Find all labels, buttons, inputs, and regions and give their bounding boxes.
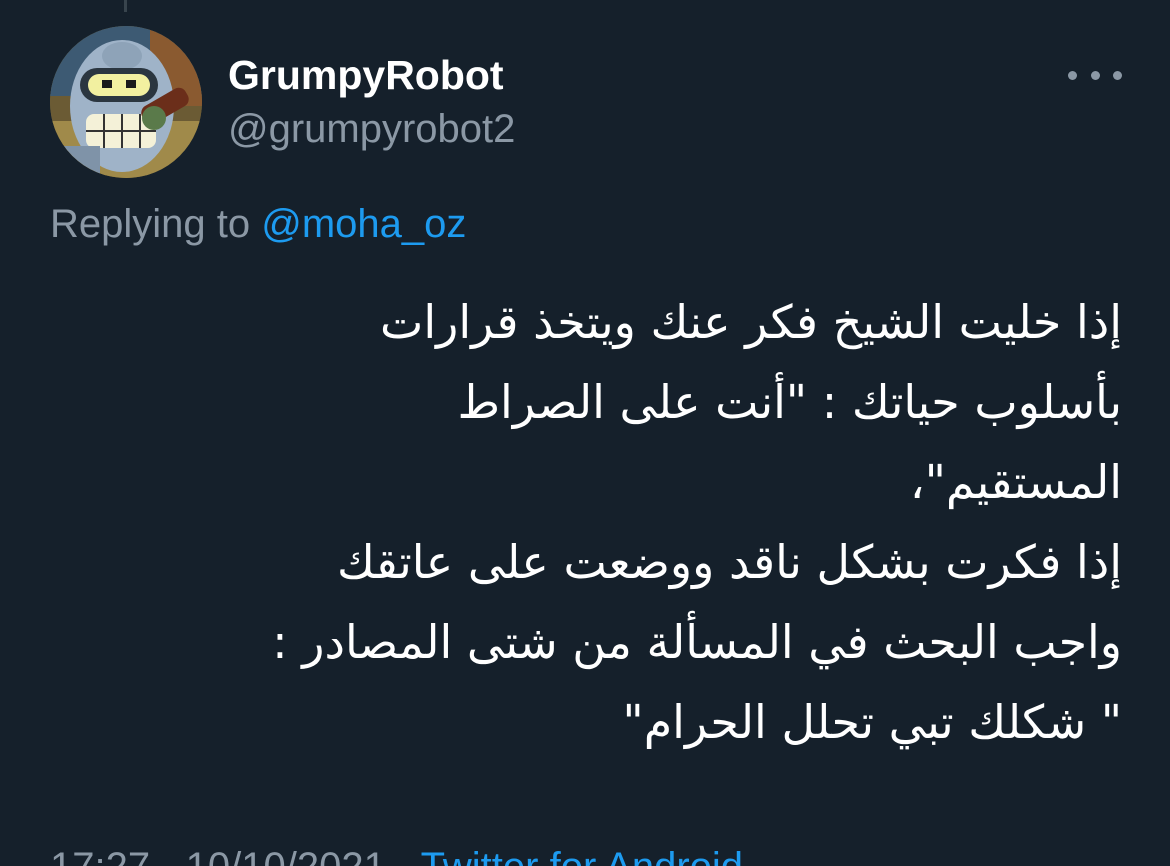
more-horizontal-icon: [1068, 70, 1077, 80]
tweet-text-line: إذا فكرت بشكل ناقد ووضعت على عاتقك: [336, 535, 1122, 589]
display-name[interactable]: GrumpyRobot: [228, 50, 504, 100]
tweet-text-line: إذا خليت الشيخ فكر عنك ويتخذ قرارات: [380, 295, 1122, 349]
tweet-timestamp[interactable]: 17:27 · 10/10/2021 ·: [50, 845, 421, 866]
tweet-text: إذا خليت الشيخ فكر عنك ويتخذ قرارات بأسل…: [40, 282, 1122, 762]
more-horizontal-icon-dot: [1090, 70, 1100, 80]
bender-robot-avatar-icon: [50, 26, 202, 178]
tweet-text-line: " شكلك تبي تحلل الحرام": [622, 695, 1122, 749]
tweet-metadata: 17:27 · 10/10/2021 · Twitter for Android: [50, 842, 743, 866]
tweet-text-line: واجب البحث في المسألة من شتى المصادر :: [272, 615, 1122, 669]
tweet-source-link[interactable]: Twitter for Android: [421, 845, 743, 866]
user-handle[interactable]: @grumpyrobot2: [228, 104, 515, 154]
tweet-text-line: بأسلوب حياتك : "أنت على الصراط: [457, 375, 1122, 429]
thread-connector-line: [124, 0, 127, 12]
replying-to-mention-link[interactable]: @moha_oz: [261, 202, 466, 246]
more-horizontal-icon-dot: [1113, 70, 1122, 80]
more-options-button[interactable]: [1068, 60, 1122, 90]
replying-to-label: Replying to: [50, 202, 262, 246]
tweet-card: GrumpyRobot @grumpyrobot2 Replying to @m…: [0, 0, 1170, 866]
replying-to: Replying to @moha_oz: [50, 198, 466, 250]
avatar[interactable]: [50, 26, 202, 178]
tweet-text-line: المستقيم"،: [909, 455, 1122, 509]
